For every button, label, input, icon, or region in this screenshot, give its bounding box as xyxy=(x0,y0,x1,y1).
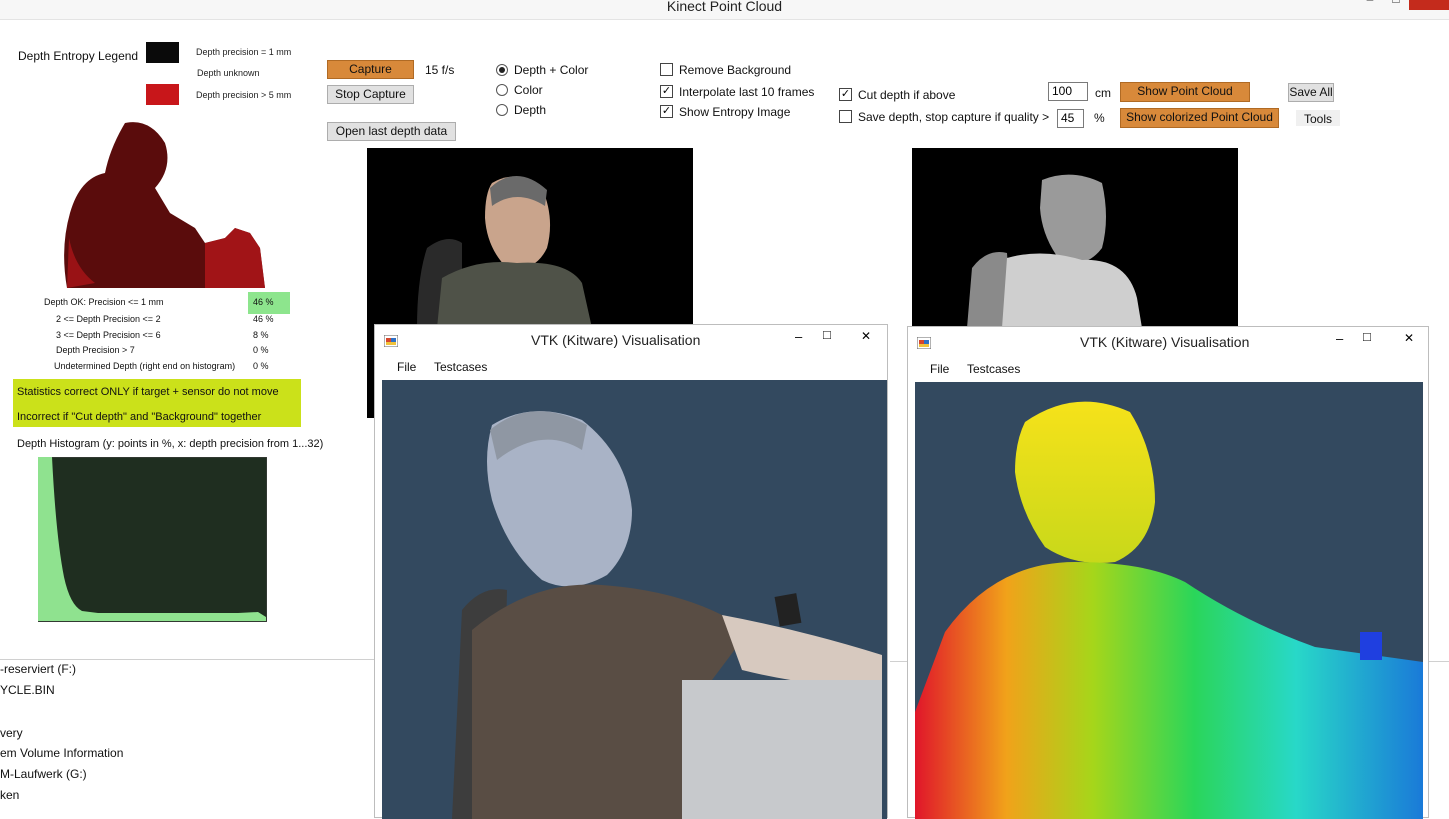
minimize-icon[interactable]: – xyxy=(795,329,802,344)
stat-label-2: 2 <= Depth Precision <= 2 xyxy=(56,314,161,324)
stat-label-5: Undetermined Depth (right end on histogr… xyxy=(54,361,236,371)
remove-background-label: Remove Background xyxy=(679,63,792,77)
close-button[interactable] xyxy=(1409,0,1449,10)
maximize-button[interactable]: □ xyxy=(1384,0,1408,8)
vtk-render-canvas[interactable] xyxy=(382,380,887,819)
note-1: Statistics correct ONLY if target + sens… xyxy=(17,386,279,398)
stat-value-5: 0 % xyxy=(253,361,269,371)
vtk-title: VTK (Kitware) Visualisation xyxy=(531,332,701,348)
stat-label-1: Depth OK: Precision <= 1 mm xyxy=(44,297,164,307)
show-entropy-checkbox[interactable]: ✓ xyxy=(660,105,673,118)
stat-label-4: Depth Precision > 7 xyxy=(56,345,135,355)
stat-value-4: 0 % xyxy=(253,345,269,355)
explorer-item[interactable]: em Volume Information xyxy=(0,746,123,760)
app-icon xyxy=(917,337,931,349)
cut-depth-checkbox[interactable]: ✓ xyxy=(839,88,852,101)
vtk-window-left[interactable]: VTK (Kitware) Visualisation – □ ✕ File T… xyxy=(374,324,888,819)
explorer-item[interactable]: M-Laufwerk (G:) xyxy=(0,767,87,781)
show-colorized-point-cloud-button[interactable]: Show colorized Point Cloud xyxy=(1120,108,1279,128)
cut-unit-label: cm xyxy=(1095,86,1111,100)
menu-testcases[interactable]: Testcases xyxy=(967,362,1020,376)
radio-depth[interactable] xyxy=(496,104,508,116)
legend-item-2: Depth unknown xyxy=(197,68,260,78)
entropy-image xyxy=(64,122,265,289)
tools-button[interactable]: Tools xyxy=(1296,110,1340,126)
quality-input[interactable]: 45 xyxy=(1057,109,1084,128)
radio-depth-color[interactable] xyxy=(496,64,508,76)
interpolate-checkbox[interactable]: ✓ xyxy=(660,85,673,98)
save-all-button[interactable]: Save All xyxy=(1288,83,1334,102)
stat-value-3: 8 % xyxy=(253,330,269,340)
menu-testcases[interactable]: Testcases xyxy=(434,360,487,374)
explorer-item[interactable]: ken xyxy=(0,788,19,802)
explorer-divider xyxy=(0,659,380,660)
explorer-item[interactable]: very xyxy=(0,726,23,740)
capture-button[interactable]: Capture xyxy=(327,60,414,79)
radio-color-label: Color xyxy=(514,83,543,97)
maximize-icon[interactable]: □ xyxy=(1363,329,1371,344)
vtk-title: VTK (Kitware) Visualisation xyxy=(1080,334,1250,350)
radio-depth-color-label: Depth + Color xyxy=(514,63,589,77)
fps-label: 15 f/s xyxy=(425,63,455,77)
minimize-button[interactable]: – xyxy=(1358,0,1382,8)
close-icon[interactable]: ✕ xyxy=(861,329,871,343)
explorer-item[interactable]: -reserviert (F:) xyxy=(0,662,76,676)
histogram-title: Depth Histogram (y: points in %, x: dept… xyxy=(17,438,324,450)
radio-color[interactable] xyxy=(496,84,508,96)
interpolate-label: Interpolate last 10 frames xyxy=(679,85,815,99)
stop-capture-button[interactable]: Stop Capture xyxy=(327,85,414,104)
legend-item-3: Depth precision > 5 mm xyxy=(196,90,292,100)
close-icon[interactable]: ✕ xyxy=(1404,331,1414,345)
legend-title: Depth Entropy Legend xyxy=(18,49,139,63)
explorer-divider-right xyxy=(1428,661,1449,662)
remove-background-checkbox[interactable] xyxy=(660,63,673,76)
menu-file[interactable]: File xyxy=(397,360,416,374)
stat-value-2: 46 % xyxy=(253,314,274,324)
save-depth-checkbox[interactable] xyxy=(839,110,852,123)
open-last-depth-button[interactable]: Open last depth data xyxy=(327,122,456,141)
app-icon xyxy=(384,335,398,347)
menu-file[interactable]: File xyxy=(930,362,949,376)
cut-depth-label: Cut depth if above xyxy=(858,88,956,102)
window-title: Kinect Point Cloud xyxy=(666,0,783,14)
legend-swatch-red xyxy=(146,84,179,105)
show-point-cloud-button[interactable]: Show Point Cloud xyxy=(1120,82,1250,102)
stat-label-3: 3 <= Depth Precision <= 6 xyxy=(56,330,161,340)
quality-unit-label: % xyxy=(1094,111,1105,125)
radio-depth-label: Depth xyxy=(514,103,547,117)
stat-value-1: 46 % xyxy=(253,297,274,307)
note-2: Incorrect if "Cut depth" and "Background… xyxy=(17,411,262,423)
vtk-render-canvas[interactable] xyxy=(915,382,1423,819)
save-depth-label: Save depth, stop capture if quality > xyxy=(858,110,1050,124)
minimize-icon[interactable]: – xyxy=(1336,331,1343,346)
depth-histogram xyxy=(38,457,267,622)
cut-depth-input[interactable]: 100 xyxy=(1048,82,1088,101)
depth-image xyxy=(912,148,1238,328)
legend-item-1: Depth precision = 1 mm xyxy=(196,47,292,57)
vtk-window-right[interactable]: VTK (Kitware) Visualisation – □ ✕ File T… xyxy=(907,326,1429,819)
explorer-item[interactable]: YCLE.BIN xyxy=(0,683,55,697)
legend-swatch-black xyxy=(146,42,179,63)
show-entropy-label: Show Entropy Image xyxy=(679,105,791,119)
maximize-icon[interactable]: □ xyxy=(823,327,831,342)
